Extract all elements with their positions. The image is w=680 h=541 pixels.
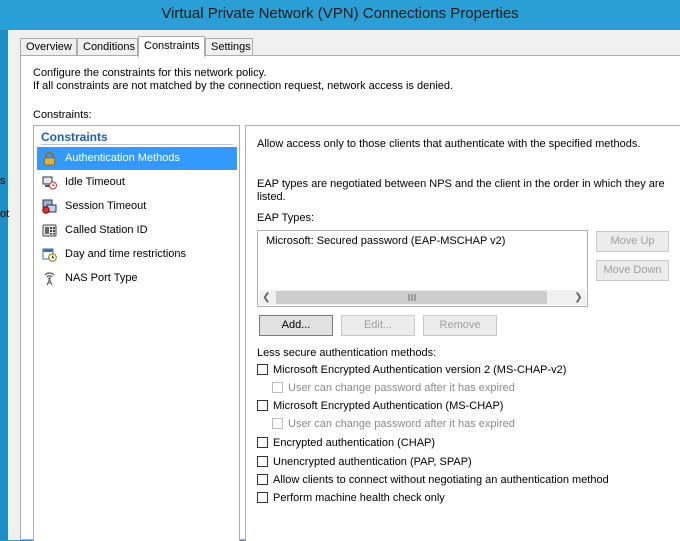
background-text-fragment: ot (0, 208, 10, 220)
constraint-item-label: Called Station ID (65, 224, 148, 236)
eap-types-label: EAP Types: (257, 212, 315, 224)
background-window-edge: s ot (0, 30, 10, 540)
checkbox-box[interactable] (257, 492, 268, 503)
checkbox-box[interactable] (257, 456, 268, 467)
less-secure-label: Less secure authentication methods: (257, 347, 437, 359)
eap-type-item[interactable]: Microsoft: Secured password (EAP-MSCHAP … (266, 235, 505, 247)
constraint-item-label: Authentication Methods (65, 152, 180, 164)
scroll-right-icon[interactable]: ❯ (571, 290, 586, 305)
move-down-button[interactable]: Move Down (596, 260, 669, 281)
checkbox-box[interactable] (257, 437, 268, 448)
checkbox-box[interactable] (257, 364, 268, 375)
grip-icon (408, 294, 415, 301)
checkbox-box[interactable] (257, 474, 268, 485)
constraints-list-header: Constraints (41, 130, 108, 144)
constraint-item-called-station-id[interactable]: Called Station ID (37, 219, 237, 242)
checkbox-label: User can change password after it has ex… (288, 418, 515, 430)
checkbox-label: Microsoft Encrypted Authentication versi… (273, 364, 567, 376)
constraint-item-authentication-methods[interactable]: Authentication Methods (37, 147, 237, 170)
antenna-icon (42, 271, 57, 286)
phone-icon (42, 223, 57, 238)
session-timeout-icon (42, 199, 57, 214)
constraint-item-idle-timeout[interactable]: Idle Timeout (37, 171, 237, 194)
checkbox-label: Microsoft Encrypted Authentication (MS-C… (273, 400, 504, 412)
description-line-2: If all constraints are not matched by th… (33, 80, 454, 92)
checkbox-label: Encrypted authentication (CHAP) (273, 437, 436, 449)
constraint-item-nas-port-type[interactable]: NAS Port Type (37, 267, 237, 290)
eap-note-line-2: listed. (257, 191, 286, 203)
constraint-item-label: Idle Timeout (65, 176, 125, 188)
constraint-item-label: Day and time restrictions (65, 248, 187, 260)
remove-button[interactable]: Remove (423, 315, 497, 336)
tab-overview[interactable]: Overview (20, 38, 77, 55)
description-line-1: Configure the constraints for this netwo… (33, 67, 267, 79)
authentication-methods-panel: Allow access only to those clients that … (245, 125, 680, 541)
tab-constraints[interactable]: Constraints (138, 36, 205, 57)
checkbox-box[interactable] (257, 400, 268, 411)
checkbox-label: Allow clients to connect without negotia… (273, 474, 609, 486)
idle-timeout-icon (42, 175, 57, 190)
horizontal-scrollbar[interactable]: ❮ ❯ (259, 290, 586, 305)
constraint-item-label: NAS Port Type (65, 272, 138, 284)
window-title: Virtual Private Network (VPN) Connection… (161, 5, 519, 22)
constraint-item-label: Session Timeout (65, 200, 147, 212)
background-text-fragment: s (0, 175, 6, 187)
constraint-item-day-and-time-restrictions[interactable]: Day and time restrictions (37, 243, 237, 266)
calendar-clock-icon (42, 247, 57, 262)
checkbox-label: Perform machine health check only (273, 492, 445, 504)
tab-conditions[interactable]: Conditions (77, 38, 138, 55)
eap-types-listbox[interactable]: Microsoft: Secured password (EAP-MSCHAP … (257, 230, 588, 307)
constraints-label: Constraints: (33, 109, 92, 121)
padlock-icon (42, 151, 57, 166)
tab-description: Configure the constraints for this netwo… (33, 67, 453, 93)
scrollbar-thumb[interactable] (276, 291, 547, 304)
scroll-left-icon[interactable]: ❮ (259, 290, 274, 305)
tab-settings[interactable]: Settings (205, 38, 253, 55)
constraints-tab-panel: Configure the constraints for this netwo… (20, 55, 680, 541)
constraint-item-session-timeout[interactable]: Session Timeout (37, 195, 237, 218)
header-divider (41, 144, 233, 145)
constraints-list: Constraints Authentication Methods Idle … (33, 125, 240, 541)
add-button[interactable]: Add... (259, 315, 333, 336)
properties-window: Virtual Private Network (VPN) Connection… (0, 0, 680, 541)
eap-note-line-1: EAP types are negotiated between NPS and… (257, 178, 665, 190)
edit-button[interactable]: Edit... (341, 315, 415, 336)
title-bar[interactable]: Virtual Private Network (VPN) Connection… (0, 0, 680, 30)
checkbox-box[interactable] (272, 418, 283, 429)
checkbox-label: Unencrypted authentication (PAP, SPAP) (273, 456, 472, 468)
checkbox-box[interactable] (272, 382, 283, 393)
checkbox-label: User can change password after it has ex… (288, 382, 515, 394)
move-up-button[interactable]: Move Up (596, 231, 669, 252)
eap-note-text: EAP types are negotiated between NPS and… (257, 178, 665, 204)
auth-intro-text: Allow access only to those clients that … (257, 138, 641, 150)
